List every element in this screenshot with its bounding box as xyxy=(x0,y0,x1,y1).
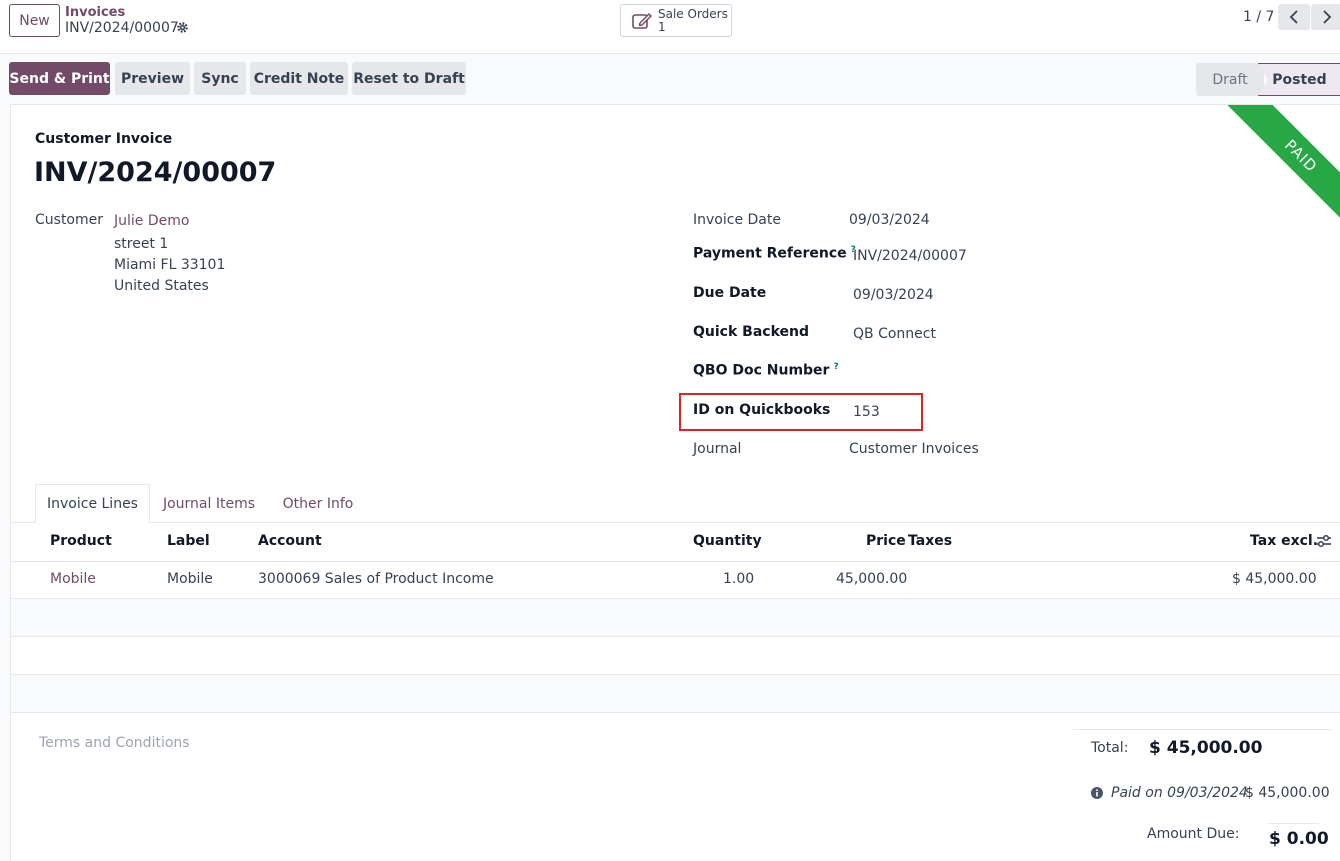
amount-due-value: $ 0.00 xyxy=(1269,829,1329,849)
preview-button[interactable]: Preview xyxy=(115,62,190,95)
new-button[interactable]: New xyxy=(9,4,60,37)
page-title: INV/2024/00007 xyxy=(34,157,277,188)
breadcrumb-invoices[interactable]: Invoices xyxy=(65,5,125,20)
status-posted[interactable]: Posted xyxy=(1258,63,1340,96)
total-label: Total: xyxy=(1091,740,1129,756)
control-bar: Send & Print Preview Sync Credit Note Re… xyxy=(0,54,1340,104)
status-bar: Draft Posted xyxy=(1196,63,1340,96)
invoice-date-label: Invoice Date xyxy=(693,212,781,228)
quick-backend-label: Quick Backend xyxy=(693,324,809,340)
row-divider xyxy=(11,712,1340,713)
sale-orders-smart-button[interactable]: Sale Orders 1 xyxy=(620,4,732,37)
pager-previous-button[interactable] xyxy=(1278,4,1310,30)
total-value: $ 45,000.00 xyxy=(1149,738,1263,758)
chevron-right-icon xyxy=(1323,10,1332,24)
column-header-product[interactable]: Product xyxy=(50,533,112,549)
top-bar: New Invoices INV/2024/00007 Sale Orders … xyxy=(0,0,1340,54)
column-header-taxes[interactable]: Taxes xyxy=(908,533,952,549)
paid-amount: $ 45,000.00 xyxy=(1245,785,1330,801)
customer-label: Customer xyxy=(35,212,104,228)
qb-id-label: ID on Quickbooks xyxy=(693,402,831,418)
tab-journal-items[interactable]: Journal Items xyxy=(154,484,264,523)
pager-next-button[interactable] xyxy=(1311,4,1340,30)
qb-id-value[interactable]: 153 xyxy=(853,404,880,420)
cell-product[interactable]: Mobile xyxy=(50,571,96,587)
invoice-date-value[interactable]: 09/03/2024 xyxy=(849,212,930,228)
pager-value[interactable]: 1 / 7 xyxy=(1243,9,1274,25)
journal-value[interactable]: Customer Invoices xyxy=(849,441,979,457)
address-line-1: street 1 xyxy=(114,236,169,252)
column-header-account[interactable]: Account xyxy=(258,533,322,549)
paid-on-label: Paid on 09/03/2024 xyxy=(1111,785,1248,801)
column-settings-icon[interactable] xyxy=(1316,534,1332,548)
tab-invoice-lines[interactable]: Invoice Lines xyxy=(35,484,150,523)
status-draft[interactable]: Draft xyxy=(1196,63,1264,96)
address-line-2: Miami FL 33101 xyxy=(114,257,226,273)
amount-due-label: Amount Due: xyxy=(1147,826,1240,842)
tab-other-info[interactable]: Other Info xyxy=(273,484,363,523)
cell-quantity[interactable]: 1.00 xyxy=(723,571,754,587)
breadcrumb-current: INV/2024/00007 xyxy=(65,20,179,36)
empty-row xyxy=(11,599,1340,636)
qbo-doc-number-label: QBO Doc Number? xyxy=(693,362,839,379)
document-type: Customer Invoice xyxy=(35,131,173,147)
journal-label: Journal xyxy=(693,441,742,457)
gear-icon[interactable] xyxy=(176,21,189,34)
smart-button-label: Sale Orders 1 xyxy=(658,7,728,34)
totals-divider xyxy=(1073,729,1331,730)
terms-conditions-field[interactable]: Terms and Conditions xyxy=(39,735,190,751)
cell-price[interactable]: 45,000.00 xyxy=(836,571,907,587)
form-sheet: PAID Customer Invoice INV/2024/00007 Cus… xyxy=(10,104,1340,861)
info-icon[interactable] xyxy=(1091,787,1103,799)
quick-backend-value[interactable]: QB Connect xyxy=(853,326,936,342)
cell-account[interactable]: 3000069 Sales of Product Income xyxy=(258,571,494,587)
due-date-value[interactable]: 09/03/2024 xyxy=(853,287,934,303)
edit-icon xyxy=(632,13,652,29)
empty-row xyxy=(11,675,1340,712)
cell-subtotal: $ 45,000.00 xyxy=(1232,571,1317,587)
due-date-label: Due Date xyxy=(693,285,767,301)
send-print-button[interactable]: Send & Print xyxy=(9,62,110,95)
address-line-3: United States xyxy=(114,278,209,294)
amount-due-divider xyxy=(1269,823,1319,824)
payment-reference-label: Payment Reference? xyxy=(693,245,856,262)
row-divider xyxy=(11,636,1340,637)
sync-button[interactable]: Sync xyxy=(194,62,246,95)
column-header-tax-excl[interactable]: Tax excl. xyxy=(1250,533,1318,549)
credit-note-button[interactable]: Credit Note xyxy=(250,62,348,95)
row-divider xyxy=(11,561,1340,562)
cell-label[interactable]: Mobile xyxy=(167,571,213,587)
column-header-quantity[interactable]: Quantity xyxy=(693,533,762,549)
reset-to-draft-button[interactable]: Reset to Draft xyxy=(352,62,466,95)
column-header-price[interactable]: Price xyxy=(866,533,906,549)
help-icon[interactable]: ? xyxy=(833,362,838,372)
customer-link[interactable]: Julie Demo xyxy=(114,213,189,229)
paid-ribbon: PAID xyxy=(1211,105,1340,246)
payment-reference-value[interactable]: INV/2024/00007 xyxy=(853,248,967,264)
column-header-label[interactable]: Label xyxy=(167,533,210,549)
chevron-left-icon xyxy=(1289,10,1298,24)
